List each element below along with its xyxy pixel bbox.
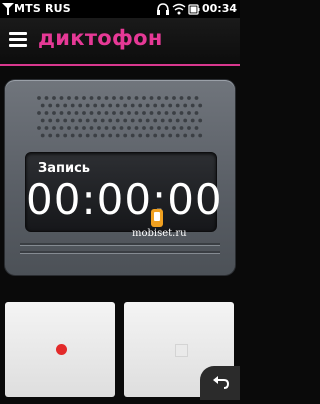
timer-display: Запись 00:00:00 [25, 152, 223, 232]
watermark-logo-icon [151, 209, 163, 227]
operator-name: MTS RUS [14, 2, 71, 15]
menu-icon[interactable] [9, 32, 27, 48]
decorative-groove [20, 251, 220, 254]
speaker-grille [37, 96, 203, 138]
page-title: диктофон [38, 26, 163, 50]
recorder-panel: Запись 00:00:00 [5, 80, 235, 275]
clock: 00:34 [201, 2, 237, 15]
back-icon [213, 376, 230, 389]
record-icon [56, 344, 67, 355]
wifi-icon [172, 3, 186, 15]
record-status-label: Запись [38, 161, 91, 176]
record-button[interactable] [5, 302, 115, 397]
back-button[interactable] [200, 366, 240, 400]
status-icons [157, 3, 200, 15]
signal-icon [2, 3, 14, 15]
watermark-text: mobiset.ru [132, 228, 187, 239]
status-bar: MTS RUS 00:34 [0, 0, 240, 18]
elapsed-timer: 00:00:00 [26, 175, 223, 224]
decorative-groove [20, 243, 220, 246]
app-header: диктофон [0, 18, 240, 66]
header-divider [0, 64, 240, 66]
stop-icon [175, 344, 188, 357]
headset-icon [157, 3, 169, 15]
battery-icon [188, 4, 200, 15]
